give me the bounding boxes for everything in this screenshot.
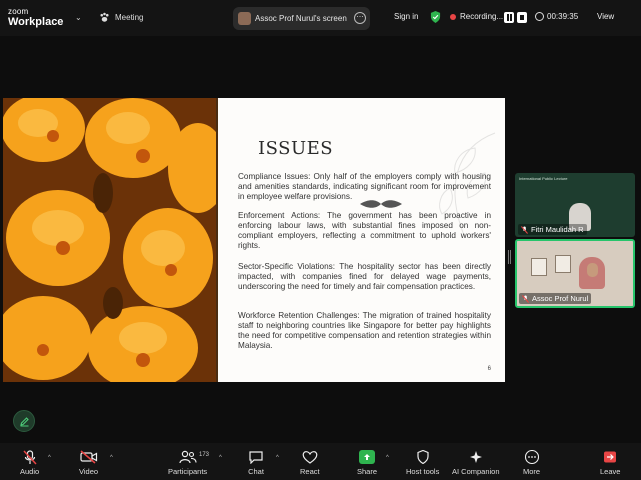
- video-button[interactable]: Video: [79, 443, 98, 480]
- sparkle-icon: [469, 451, 482, 463]
- screen-share-label: Assoc Prof Nurul's screen: [255, 14, 347, 23]
- more-button[interactable]: More: [523, 443, 540, 480]
- muted-mic-icon: [522, 294, 529, 303]
- more-options-icon[interactable]: ⋯: [354, 12, 366, 24]
- paw-icon: [100, 12, 109, 22]
- participant-video-tile[interactable]: International Public Lecture Fitri Mauli…: [515, 173, 635, 237]
- audio-options-chevron-icon[interactable]: ^: [48, 455, 51, 461]
- slide-paragraph: Workforce Retention Challenges: The migr…: [238, 311, 491, 350]
- meeting-timer: 00:39:35: [535, 12, 578, 21]
- audio-button[interactable]: Audio: [20, 443, 39, 480]
- share-button[interactable]: Share: [357, 443, 377, 480]
- muted-mic-icon: [521, 225, 528, 234]
- recording-label: Recording...: [460, 12, 504, 21]
- app-menu-chevron-icon[interactable]: ⌄: [75, 13, 82, 22]
- leave-button[interactable]: Leave: [600, 443, 620, 480]
- muted-microphone-icon: [23, 449, 37, 465]
- slide-title: ISSUES: [258, 138, 334, 159]
- share-options-chevron-icon[interactable]: ^: [386, 455, 389, 461]
- chat-button[interactable]: Chat: [248, 443, 264, 480]
- bottom-toolbar: Audio ^ Video ^ Participants 173 ^ Chat …: [0, 443, 641, 480]
- slide-paragraph: Compliance Issues: Only half of the empl…: [238, 172, 491, 201]
- security-shield-icon[interactable]: [430, 11, 441, 23]
- view-button[interactable]: View: [597, 12, 614, 21]
- pause-recording-button[interactable]: [504, 12, 514, 23]
- timer-value: 00:39:35: [547, 12, 579, 21]
- slide-page-number: 6: [487, 366, 491, 372]
- heart-icon: [302, 451, 318, 464]
- sign-in-button[interactable]: Sign in: [394, 12, 418, 21]
- slide-paragraph: Sector-Specific Violations: The hospital…: [238, 262, 491, 291]
- host-tools-button[interactable]: Host tools: [406, 443, 439, 480]
- participant-count: 173: [199, 452, 210, 458]
- participant-background-text: International Public Lecture: [519, 176, 568, 181]
- participants-icon: [178, 450, 197, 464]
- chat-options-chevron-icon[interactable]: ^: [276, 455, 279, 461]
- ai-companion-button[interactable]: AI Companion: [452, 443, 500, 480]
- panel-resize-handle[interactable]: [508, 250, 511, 264]
- slide-flower-image: [3, 98, 216, 382]
- shared-slide: ISSUES Compliance Issues: Only half of t…: [3, 98, 505, 382]
- leave-icon: [604, 451, 617, 463]
- video-options-chevron-icon[interactable]: ^: [110, 455, 113, 461]
- active-speaker-video-tile[interactable]: Assoc Prof Nurul: [515, 239, 635, 308]
- slide-content: ISSUES Compliance Issues: Only half of t…: [218, 98, 505, 382]
- video-off-icon: [79, 450, 97, 464]
- participants-options-chevron-icon[interactable]: ^: [219, 455, 222, 461]
- host-shield-icon: [417, 450, 429, 464]
- record-dot-icon: [450, 13, 456, 20]
- participant-name-tag: Fitri Maulidah R: [518, 224, 587, 235]
- meeting-label: Meeting: [115, 13, 144, 22]
- recording-indicator: Recording...: [450, 12, 503, 21]
- chat-icon: [249, 451, 263, 464]
- share-screen-icon: [359, 450, 375, 464]
- top-bar: zoom Workplace ⌄ Meeting Assoc Prof Nuru…: [0, 0, 641, 36]
- ornament-divider-icon: [360, 200, 402, 208]
- wall-frame: [555, 255, 571, 273]
- screen-share-indicator[interactable]: Assoc Prof Nurul's screen ⋯: [233, 7, 370, 30]
- annotate-button[interactable]: [13, 410, 35, 432]
- wall-frame: [531, 258, 547, 276]
- participants-button[interactable]: Participants: [168, 443, 207, 480]
- clock-icon: [535, 12, 544, 21]
- more-dots-icon: [524, 450, 539, 464]
- participant-name-tag: Assoc Prof Nurul: [519, 293, 592, 304]
- pencil-icon: [19, 416, 29, 426]
- stop-recording-button[interactable]: [517, 12, 527, 23]
- zoom-logo: zoom Workplace: [8, 7, 64, 28]
- slide-paragraph: Enforcement Actions: The government has …: [238, 211, 491, 250]
- meeting-info-button[interactable]: Meeting: [99, 12, 143, 23]
- presenter-avatar: [238, 12, 251, 25]
- react-button[interactable]: React: [300, 443, 320, 480]
